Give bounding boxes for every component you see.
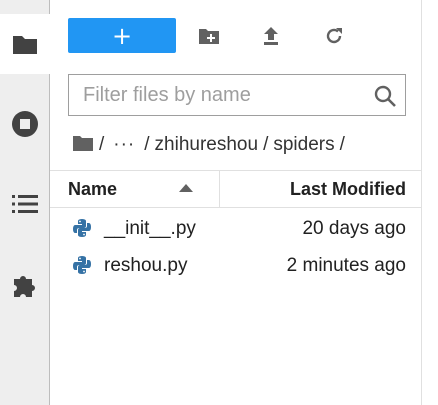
filter-files-input[interactable] bbox=[69, 75, 369, 115]
new-launcher-button[interactable]: + bbox=[68, 18, 176, 53]
breadcrumb-zhihureshou[interactable]: zhihureshou bbox=[155, 134, 259, 156]
list-item[interactable]: __init__.py 20 days ago bbox=[50, 210, 422, 247]
tab-file-browser[interactable] bbox=[0, 14, 50, 74]
refresh-icon bbox=[326, 28, 342, 44]
breadcrumb: / ··· / zhihureshou / spiders / bbox=[72, 130, 350, 160]
file-list: __init__.py 20 days ago reshou.py 2 minu… bbox=[50, 210, 422, 284]
panel-edge bbox=[421, 0, 438, 405]
new-folder-icon bbox=[199, 29, 219, 44]
file-name: reshou.py bbox=[104, 255, 188, 276]
list-item[interactable]: reshou.py 2 minutes ago bbox=[50, 247, 422, 284]
file-modified: 20 days ago bbox=[302, 218, 406, 239]
sort-ascending-icon bbox=[179, 184, 193, 192]
column-header-name[interactable]: Name bbox=[50, 171, 220, 207]
column-header-last-modified[interactable]: Last Modified bbox=[220, 171, 406, 207]
refresh-button[interactable] bbox=[322, 24, 346, 48]
breadcrumb-separator: / bbox=[99, 134, 105, 155]
file-browser-toolbar: + bbox=[50, 0, 438, 70]
list-icon bbox=[11, 195, 38, 213]
left-sidebar bbox=[0, 0, 50, 405]
breadcrumb-separator: / bbox=[263, 134, 269, 155]
folder-icon bbox=[13, 36, 37, 54]
new-folder-button[interactable] bbox=[197, 24, 221, 48]
tab-running-kernels[interactable] bbox=[0, 94, 49, 154]
tab-extensions[interactable] bbox=[0, 254, 49, 314]
column-header-name-label: Name bbox=[68, 178, 118, 199]
upload-icon bbox=[264, 27, 278, 45]
stop-circle-icon bbox=[11, 111, 38, 137]
file-name: __init__.py bbox=[104, 218, 196, 239]
breadcrumb-home[interactable] bbox=[72, 134, 94, 156]
folder-icon bbox=[73, 136, 93, 151]
tab-command-palette[interactable] bbox=[0, 174, 49, 234]
file-list-header: Name Last Modified bbox=[50, 170, 422, 208]
column-header-last-modified-label: Last Modified bbox=[290, 178, 406, 199]
filter-box bbox=[68, 74, 406, 116]
puzzle-piece-icon bbox=[13, 276, 35, 297]
breadcrumb-spiders[interactable]: spiders bbox=[273, 134, 334, 156]
search-icon bbox=[374, 85, 396, 107]
file-modified: 2 minutes ago bbox=[286, 255, 406, 276]
python-icon bbox=[73, 256, 91, 274]
upload-button[interactable] bbox=[259, 24, 283, 48]
breadcrumb-separator: / bbox=[144, 134, 150, 155]
breadcrumb-separator: / bbox=[339, 134, 345, 155]
breadcrumb-ellipsis[interactable]: ··· bbox=[113, 134, 135, 156]
python-icon bbox=[73, 219, 91, 237]
